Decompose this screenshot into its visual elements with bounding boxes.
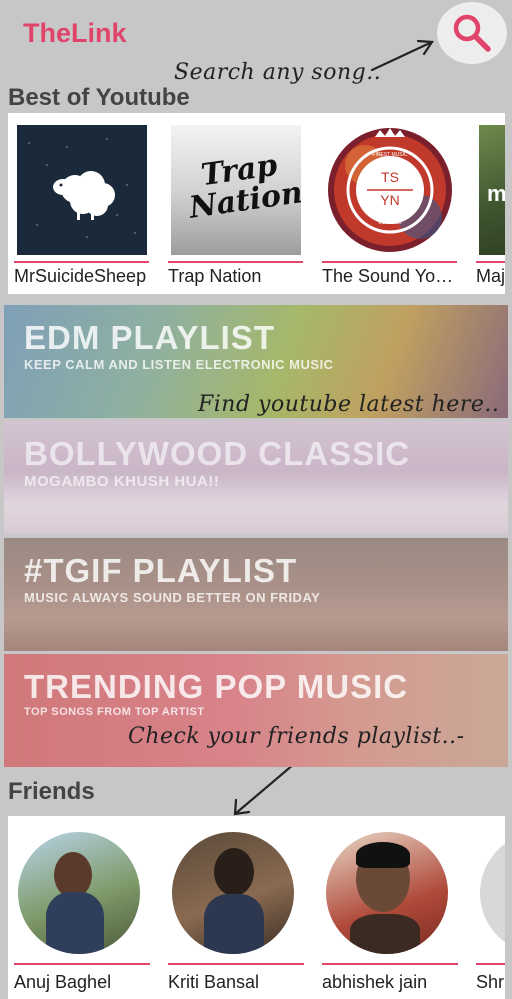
card-underline	[476, 963, 505, 965]
search-button[interactable]	[437, 2, 507, 64]
channel-thumbnail	[17, 125, 147, 255]
playlist-banner-trending[interactable]: TRENDING POP MUSIC TOP SONGS FROM TOP AR…	[4, 654, 508, 767]
section-title-friends: Friends	[8, 778, 95, 805]
avatar	[480, 832, 505, 954]
channel-thumbnail: Trap Nation	[171, 125, 301, 255]
friends-carousel[interactable]: Anuj Baghel Kriti Bansal abhishek jain S…	[8, 816, 505, 999]
channel-thumbnail: m	[479, 125, 505, 255]
sound-logo-bottom: EST. 2010	[378, 220, 402, 226]
sound-logo-line1: TS	[381, 169, 399, 185]
banner-title: EDM PLAYLIST	[24, 319, 275, 356]
banner-title: BOLLYWOOD CLASSIC	[24, 435, 411, 472]
playlist-banner-tgif[interactable]: #TGIF PLAYLIST MUSIC ALWAYS SOUND BETTER…	[4, 538, 508, 651]
channel-label: The Sound You Need	[322, 266, 457, 286]
youtube-hint: Find youtube latest here..	[198, 392, 500, 417]
banner-subtitle: MOGAMBO KHUSH HUA!!	[24, 473, 220, 490]
app-title: TheLink	[23, 18, 127, 48]
channel-thumbnail: FINEST MUSIC TS YN EST. 2010	[325, 125, 455, 255]
card-underline	[14, 261, 149, 263]
sound-logo-line2: YN	[380, 192, 400, 208]
search-hint: Search any song..	[174, 60, 382, 85]
banner-subtitle: MUSIC ALWAYS SOUND BETTER ON FRIDAY	[24, 590, 321, 605]
playlist-banner-bollywood[interactable]: BOLLYWOOD CLASSIC MOGAMBO KHUSH HUA!!	[4, 421, 508, 534]
friend-label: Anuj Baghel	[14, 972, 112, 992]
card-underline	[168, 963, 304, 965]
friend-label: abhishek jain	[322, 972, 428, 992]
card-underline	[14, 963, 150, 965]
avatar	[18, 832, 140, 954]
channel-label: Trap Nation	[168, 266, 262, 286]
friends-hint: Check your friends playlist..-	[128, 724, 465, 749]
card-underline	[168, 261, 303, 263]
youtube-carousel[interactable]: MrSuicideSheep Trap Nation Trap Nation F…	[8, 113, 505, 294]
card-underline	[476, 261, 505, 263]
search-icon	[453, 14, 491, 52]
banner-subtitle: TOP SONGS FROM TOP ARTIST	[24, 706, 205, 718]
avatar	[172, 832, 294, 954]
friend-label: Kriti Bansal	[168, 972, 260, 992]
channel-label: Majestic Casual	[476, 266, 505, 286]
friend-label: Shruti	[476, 972, 505, 992]
avatar	[326, 832, 448, 954]
banner-title: #TGIF PLAYLIST	[24, 552, 298, 589]
banner-title: TRENDING POP MUSIC	[24, 668, 409, 705]
sound-logo-top: FINEST MUSIC	[372, 152, 408, 158]
card-underline	[322, 963, 458, 965]
card-underline	[322, 261, 457, 263]
section-title-youtube: Best of Youtube	[8, 84, 190, 111]
banner-subtitle: KEEP CALM AND LISTEN ELECTRONIC MUSIC	[24, 357, 334, 372]
channel-label: MrSuicideSheep	[14, 266, 147, 286]
